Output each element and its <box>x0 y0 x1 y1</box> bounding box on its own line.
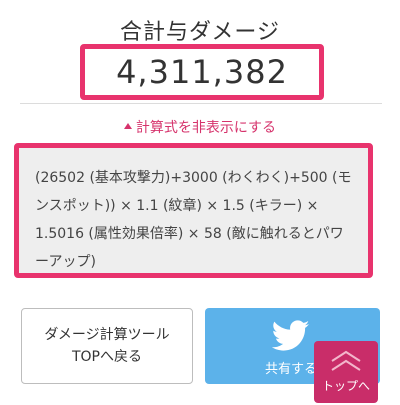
divider <box>20 103 382 104</box>
formula-text: (26502 (基本攻撃力)+3000 (わくわく)+500 (モンスポット))… <box>35 170 352 270</box>
total-damage-value: 4,311,382 <box>80 44 324 100</box>
page-title: 合計与ダメージ <box>120 20 280 45</box>
back-button-line2: TOPへ戻る <box>71 349 142 365</box>
back-to-top-page-button[interactable]: ダメージ計算ツール TOPへ戻る <box>21 308 193 384</box>
back-to-top-button[interactable]: トップへ <box>314 341 378 403</box>
hide-formula-toggle[interactable]: 計算式を非表示にする <box>0 117 400 137</box>
result-page: 合計与ダメージ 4,311,382 計算式を非表示にする (26502 (基本攻… <box>0 0 400 405</box>
back-to-top-label: トップへ <box>321 379 370 393</box>
twitter-bird-icon <box>272 320 310 351</box>
formula-box: (26502 (基本攻撃力)+3000 (わくわく)+500 (モンスポット))… <box>14 143 373 278</box>
back-button-line1: ダメージ計算ツール <box>44 327 170 343</box>
share-label: 共有する <box>265 362 318 377</box>
double-chevron-up-icon <box>331 350 361 371</box>
caret-up-icon <box>123 123 132 129</box>
hide-formula-label: 計算式を非表示にする <box>135 120 277 136</box>
